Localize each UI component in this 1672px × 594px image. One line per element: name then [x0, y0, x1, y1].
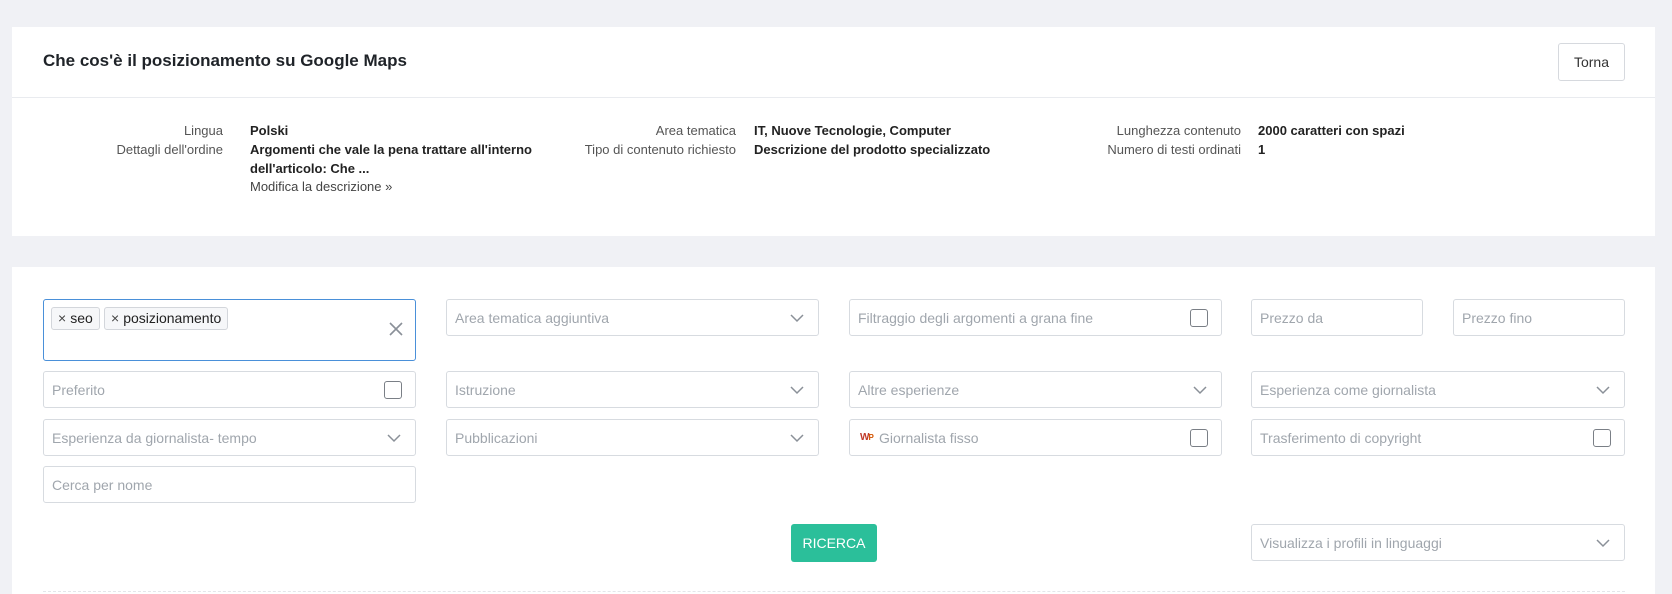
back-button[interactable]: Torna	[1558, 43, 1625, 81]
journalist-experience-placeholder: Esperienza come giornalista	[1260, 382, 1436, 398]
language-label: Lingua	[183, 123, 223, 138]
additional-area-select[interactable]: Area tematica aggiuntiva	[446, 299, 819, 336]
chevron-down-icon	[1596, 536, 1610, 550]
edit-description-link[interactable]: Modifica la descrizione »	[250, 179, 392, 194]
copyright-transfer-label: Trasferimento di copyright	[1260, 430, 1422, 446]
copyright-transfer-filter[interactable]: Trasferimento di copyright	[1251, 419, 1625, 456]
price-from-placeholder: Prezzo da	[1260, 310, 1324, 326]
fine-topics-filter[interactable]: Filtraggio degli argomenti a grana fine	[849, 299, 1222, 336]
favorite-checkbox[interactable]	[384, 381, 402, 399]
filters-card: × seo × posizionamento Area tematica aggiu…	[12, 267, 1655, 594]
texts-count-value: 1	[1258, 142, 1266, 157]
profile-languages-select[interactable]: Visualizza i profili in linguaggi	[1251, 524, 1625, 561]
texts-count-label: Numero di testi ordinati	[1107, 142, 1241, 157]
chevron-down-icon	[790, 431, 804, 445]
close-icon[interactable]	[387, 320, 405, 338]
journalist-experience-select[interactable]: Esperienza come giornalista	[1251, 371, 1625, 408]
page-title: Che cos'è il posizionamento su Google Ma…	[43, 51, 407, 70]
tag-remove-icon[interactable]: ×	[111, 310, 119, 326]
order-details-line-1: Argomenti che vale la pena trattare all'…	[250, 142, 532, 157]
order-details-line-2: dell'articolo: Che ...	[250, 161, 370, 176]
publications-select[interactable]: Pubblicazioni	[446, 419, 819, 456]
journalist-logo-icon: WP	[860, 432, 874, 443]
additional-area-placeholder: Area tematica aggiuntiva	[455, 310, 610, 326]
price-from-input[interactable]: Prezzo da	[1251, 299, 1423, 336]
search-button[interactable]: RICERCA	[791, 524, 877, 562]
chevron-down-icon	[1596, 383, 1610, 397]
chevron-down-icon	[790, 383, 804, 397]
favorite-filter[interactable]: Preferito	[43, 371, 416, 408]
card-header: Che cos'è il posizionamento su Google Ma…	[12, 27, 1655, 98]
search-name-placeholder: Cerca per nome	[52, 477, 153, 493]
price-to-input[interactable]: Prezzo fino	[1453, 299, 1625, 336]
order-summary-card: Che cos'è il posizionamento su Google Ma…	[12, 27, 1655, 236]
journalist-time-select[interactable]: Esperienza da giornalista- tempo	[43, 419, 416, 456]
education-select[interactable]: Istruzione	[446, 371, 819, 408]
other-experience-placeholder: Altre esperienze	[858, 382, 960, 398]
content-type-label: Tipo di contenuto richiesto	[584, 142, 736, 157]
content-type-value: Descrizione del prodotto specializzato	[754, 142, 991, 157]
fixed-journalist-filter[interactable]: WP Giornalista fisso	[849, 419, 1222, 456]
fine-topics-checkbox[interactable]	[1190, 309, 1208, 327]
search-name-input[interactable]: Cerca per nome	[43, 466, 416, 503]
other-experience-select[interactable]: Altre esperienze	[849, 371, 1222, 408]
length-value: 2000 caratteri con spazi	[1258, 123, 1405, 138]
chevron-down-icon	[790, 311, 804, 325]
profile-languages-placeholder: Visualizza i profili in linguaggi	[1260, 535, 1442, 551]
favorite-label: Preferito	[52, 382, 105, 398]
topic-value: IT, Nuove Tecnologie, Computer	[754, 123, 951, 138]
language-value: Polski	[250, 123, 289, 138]
chevron-down-icon	[387, 431, 401, 445]
tag-posizionamento[interactable]: × posizionamento	[104, 307, 229, 330]
fine-topics-label: Filtraggio degli argomenti a grana fine	[858, 310, 1094, 326]
order-details-label: Dettagli dell'ordine	[116, 142, 223, 157]
tag-remove-icon[interactable]: ×	[58, 310, 66, 326]
publications-placeholder: Pubblicazioni	[455, 430, 538, 446]
journalist-time-placeholder: Esperienza da giornalista- tempo	[52, 430, 257, 446]
length-label: Lunghezza contenuto	[1116, 123, 1241, 138]
fixed-journalist-label: Giornalista fisso	[879, 430, 979, 446]
keyword-tags-input[interactable]: × seo × posizionamento	[43, 299, 416, 361]
chevron-down-icon	[1193, 383, 1207, 397]
fixed-journalist-checkbox[interactable]	[1190, 429, 1208, 447]
copyright-transfer-checkbox[interactable]	[1593, 429, 1611, 447]
price-to-placeholder: Prezzo fino	[1462, 310, 1533, 326]
tag-seo[interactable]: × seo	[51, 307, 100, 330]
topic-label: Area tematica	[655, 123, 736, 138]
education-placeholder: Istruzione	[455, 382, 516, 398]
divider	[43, 591, 1625, 592]
